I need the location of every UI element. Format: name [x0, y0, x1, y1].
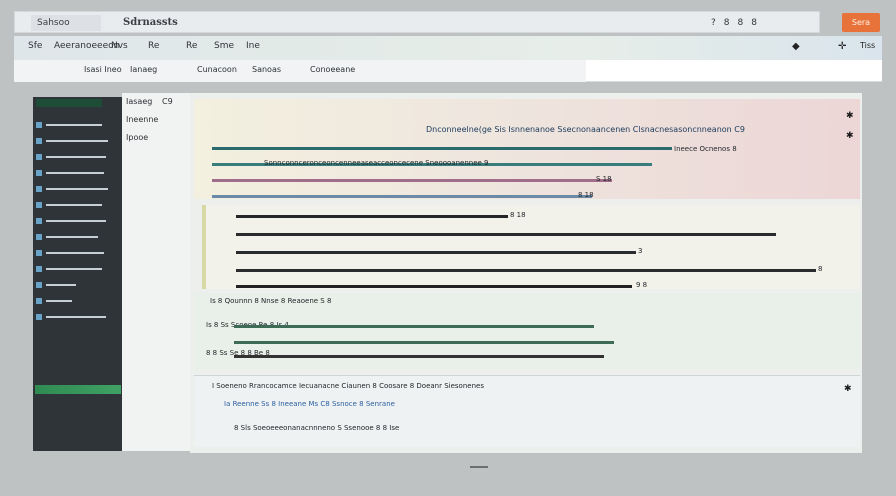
footer-section: I Soeneno Rrancocamce Iecuanacne Ciaunen…	[194, 375, 860, 447]
row-label: 8	[818, 265, 823, 273]
menu-item-3[interactable]: Nvs	[111, 41, 128, 51]
sidebar-item[interactable]	[36, 121, 116, 130]
text-line	[234, 355, 604, 358]
address-bar: Isasi Ineo Ianaeg Cunacoon Sanoas Conoee…	[14, 60, 882, 82]
sidebar-item[interactable]	[36, 297, 116, 306]
list-row[interactable]	[236, 269, 816, 272]
control-icon-2[interactable]: 8	[724, 15, 730, 31]
window-controls: ? 8 8 8	[711, 15, 757, 31]
text-line	[212, 195, 592, 198]
text-line	[212, 179, 612, 182]
sidebar-item[interactable]	[36, 233, 116, 242]
pin-icon[interactable]: ✛	[838, 41, 846, 52]
menu-item-1[interactable]: Sfe	[28, 41, 42, 51]
crumb-1[interactable]: Isasi Ineo	[84, 65, 122, 74]
control-icon-3[interactable]: 8	[738, 15, 744, 31]
control-icon-4[interactable]: 8	[751, 15, 757, 31]
line-label: Ineece Ocnenos 8	[674, 145, 737, 153]
list-row[interactable]	[236, 251, 636, 254]
scroll-indicator[interactable]	[470, 466, 488, 468]
row-label: 9 8	[636, 281, 648, 289]
section-header: Dnconneelne(ge Sis Isnnenanoe Ssecnonaan…	[426, 125, 745, 134]
sidebar-item[interactable]	[36, 217, 116, 226]
nav-item-1[interactable]: Iasaeg	[126, 97, 152, 106]
sidebar-item[interactable]	[36, 265, 116, 274]
nav-item-4[interactable]: Ipooe	[126, 133, 148, 142]
menu-item-6[interactable]: Sme	[214, 41, 234, 51]
content-area: Dnconneelne(ge Sis Isnnenanoe Ssecnonaan…	[190, 93, 862, 453]
text-line	[212, 147, 672, 150]
settings-icon[interactable]: ◆	[792, 41, 800, 52]
detail-row[interactable]: Is 8 Qounnn 8 Nnse 8 Reaoene S 8	[210, 297, 331, 305]
menu-item-4[interactable]: Re	[148, 41, 159, 51]
menubar: Sfe Aeeranoeeeon Nvs Re Re Sme Ine ◆ ✛ T…	[14, 36, 882, 60]
crumb-5[interactable]: Conoeeane	[310, 65, 355, 74]
row-label: 8 18	[510, 211, 526, 219]
sidebar-header	[36, 99, 102, 107]
nav-item-3[interactable]: Ineenne	[126, 115, 158, 124]
menu-item-5[interactable]: Re	[186, 41, 197, 51]
sidebar-item[interactable]	[36, 281, 116, 290]
close-icon[interactable]: ✱	[846, 111, 854, 121]
crumb-2[interactable]: Ianaeg	[130, 65, 157, 74]
text-line	[234, 325, 594, 328]
window-titlebar: Sahsoo Sdrnassts ? 8 8 8	[14, 11, 820, 33]
line-label: Sonnconnceronceoncenneeaseacceoncecene S…	[264, 159, 489, 167]
row-label: 3	[638, 247, 643, 255]
detail-section: Is 8 Qounnn 8 Nnse 8 Reaoene S 8 Is 8 Ss…	[194, 293, 860, 369]
sidebar-item[interactable]	[36, 185, 116, 194]
list-row[interactable]	[236, 215, 508, 218]
list-row[interactable]	[236, 233, 776, 236]
nav-panel: Iasaeg C9 Ineenne Ipooe	[122, 93, 190, 451]
tab-active[interactable]: Sdrnassts	[117, 15, 184, 31]
nav-item-2[interactable]: C9	[162, 97, 173, 106]
list-row[interactable]	[236, 285, 632, 288]
control-icon-1[interactable]: ?	[711, 15, 716, 31]
footer-row[interactable]: 8 Sls Soeoeeeonanacnnneno S Ssenooe 8 8 …	[234, 424, 399, 432]
pin-icon[interactable]: ✱	[846, 131, 854, 141]
footer-row[interactable]: Ia Reenne Ss 8 Ineeane Ms C8 Ssnoce 8 Se…	[224, 400, 395, 408]
menu-item-2[interactable]: Aeeranoeeeon	[54, 41, 119, 51]
primary-action-button[interactable]: Sera	[842, 13, 880, 32]
settings-icon[interactable]: ✱	[844, 384, 852, 394]
footer-row[interactable]: I Soeneno Rrancocamce Iecuanacne Ciaunen…	[212, 382, 484, 390]
sidebar-item[interactable]	[36, 137, 116, 146]
sidebar-item[interactable]	[36, 201, 116, 210]
sidebar-selected-item[interactable]	[35, 385, 121, 394]
menu-item-7[interactable]: Ine	[246, 41, 260, 51]
text-line	[234, 341, 614, 344]
list-section: 8 18 3 8 9 8	[202, 205, 860, 289]
tab-first[interactable]: Sahsoo	[31, 15, 101, 31]
sidebar	[33, 97, 122, 451]
sidebar-item[interactable]	[36, 313, 116, 322]
highlight-section: Dnconneelne(ge Sis Isnnenanoe Ssecnonaan…	[194, 99, 860, 199]
crumb-3[interactable]: Cunacoon	[197, 65, 237, 74]
line-label: S 18	[596, 175, 612, 183]
crumb-4[interactable]: Sanoas	[252, 65, 281, 74]
sidebar-item[interactable]	[36, 169, 116, 178]
menu-extra[interactable]: Tiss	[860, 41, 875, 50]
sidebar-item[interactable]	[36, 153, 116, 162]
sidebar-item[interactable]	[36, 249, 116, 258]
line-label: 8 18	[578, 191, 594, 199]
